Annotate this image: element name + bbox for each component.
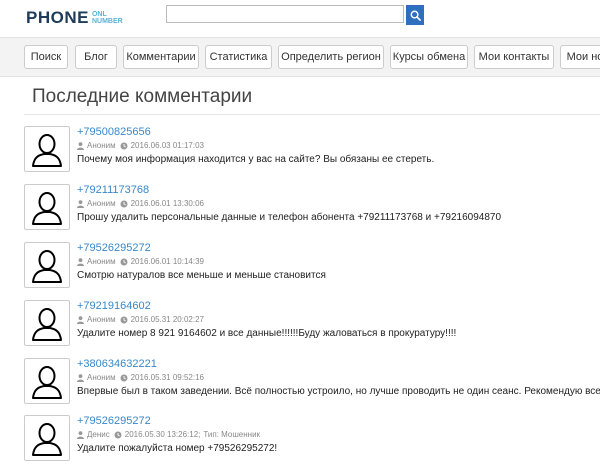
user-icon [77, 315, 84, 324]
comment-item: +79219164602 Аноним 2016.05.31 20:02:27 … [24, 300, 600, 358]
comment-date: 2016.05.31 20:02:27 [130, 315, 204, 324]
nav-comments[interactable]: Комментарии [123, 45, 199, 69]
comment-date: 2016.06.01 10:14:39 [130, 257, 204, 266]
comment-author: Аноним [87, 373, 116, 382]
nav-search[interactable]: Поиск [24, 45, 68, 69]
comment-text: Удалите пожалуйста номер +79526295272! [77, 443, 278, 454]
comment-author: Денис [87, 430, 110, 439]
phone-link[interactable]: +79526295272 [77, 242, 151, 254]
divider [24, 114, 600, 115]
nav-detect-region[interactable]: Определить регион [278, 45, 384, 69]
clock-icon [120, 316, 128, 323]
phone-link[interactable]: +79500825656 [77, 126, 151, 138]
search-bar [166, 5, 424, 25]
comment-item: +380634632221 Аноним 2016.05.31 09:52:16… [24, 358, 600, 416]
avatar [24, 358, 70, 404]
logo-sub-text: ONL NUMBER [92, 11, 123, 25]
user-silhouette-icon [32, 134, 62, 167]
comment-meta: Аноним 2016.06.01 10:14:39 [77, 257, 204, 266]
comment-text: Удалите номер 8 921 9164602 и все данные… [77, 328, 457, 339]
comment-text: Смотрю натуралов все меньше и меньше ста… [77, 270, 326, 281]
avatar [24, 415, 70, 461]
comment-date: 2016.05.30 13:26:12; [124, 430, 201, 439]
comment-item: +79211173768 Аноним 2016.06.01 13:30:06 … [24, 184, 600, 242]
clock-icon [120, 258, 128, 265]
clock-icon [114, 431, 122, 438]
comment-meta: Аноним 2016.06.03 01:17:03 [77, 141, 204, 150]
search-input[interactable] [166, 5, 404, 23]
comment-date: 2016.06.01 13:30:06 [130, 199, 204, 208]
logo-sub-top: ONL [91, 11, 107, 18]
nav-statistics[interactable]: Статистика [205, 45, 272, 69]
comment-item: +79526295272 Аноним 2016.06.01 10:14:39 … [24, 242, 600, 300]
page-title: Последние комментарии [32, 86, 253, 107]
avatar [24, 126, 70, 172]
header: PHONE ONL NUMBER [0, 0, 600, 34]
phone-link[interactable]: +380634632221 [77, 358, 157, 370]
nav-blog[interactable]: Блог [75, 45, 117, 69]
user-icon [77, 257, 84, 266]
comment-author: Аноним [87, 257, 116, 266]
avatar [24, 300, 70, 346]
clock-icon [120, 374, 128, 381]
comment-date: 2016.06.03 01:17:03 [130, 141, 204, 150]
comment-text: Впервые был в таком заведении. Всё полно… [77, 386, 600, 397]
clock-icon [120, 142, 128, 149]
avatar [24, 184, 70, 230]
comment-meta: Аноним 2016.05.31 20:02:27 [77, 315, 204, 324]
user-silhouette-icon [32, 250, 62, 283]
main-nav: Поиск Блог Комментарии Статистика Опреде… [0, 37, 600, 77]
search-icon [410, 10, 421, 21]
user-silhouette-icon [32, 308, 62, 341]
site-logo[interactable]: PHONE ONL NUMBER [26, 8, 123, 28]
comment-text: Прошу удалить персональные данные и теле… [77, 212, 502, 223]
clock-icon [120, 200, 128, 207]
user-icon [77, 373, 84, 382]
comment-author: Аноним [87, 315, 116, 324]
phone-link[interactable]: +79211173768 [77, 184, 149, 196]
user-icon [77, 199, 84, 208]
comment-item: +79526295272 Денис 2016.05.30 13:26:12; … [24, 415, 600, 473]
user-icon [77, 430, 84, 439]
comment-date: 2016.05.31 09:52:16 [130, 373, 204, 382]
logo-main-text: PHONE [26, 8, 89, 27]
user-silhouette-icon [32, 423, 62, 456]
comment-meta: Аноним 2016.05.31 09:52:16 [77, 373, 204, 382]
user-icon [77, 141, 84, 150]
nav-exchange-rates[interactable]: Курсы обмена [390, 45, 468, 69]
phone-link[interactable]: +79526295272 [77, 415, 151, 427]
comment-author: Аноним [87, 141, 116, 150]
user-silhouette-icon [32, 366, 62, 399]
user-silhouette-icon [32, 192, 62, 225]
nav-my-contacts[interactable]: Мои контакты [474, 45, 554, 69]
logo-sub-bottom: NUMBER [91, 18, 123, 25]
comment-author: Аноним [87, 199, 116, 208]
phone-link[interactable]: +79219164602 [77, 300, 151, 312]
search-button[interactable] [406, 5, 424, 25]
nav-my-numbers[interactable]: Мои но [560, 45, 600, 69]
comment-text: Почему моя информация находится у вас на… [77, 154, 435, 165]
comment-meta: Денис 2016.05.30 13:26:12; Тип: Мошенник [77, 430, 260, 439]
comment-meta: Аноним 2016.06.01 13:30:06 [77, 199, 204, 208]
comment-type: Тип: Мошенник [203, 430, 261, 439]
comment-item: +79500825656 Аноним 2016.06.03 01:17:03 … [24, 126, 600, 184]
avatar [24, 242, 70, 288]
